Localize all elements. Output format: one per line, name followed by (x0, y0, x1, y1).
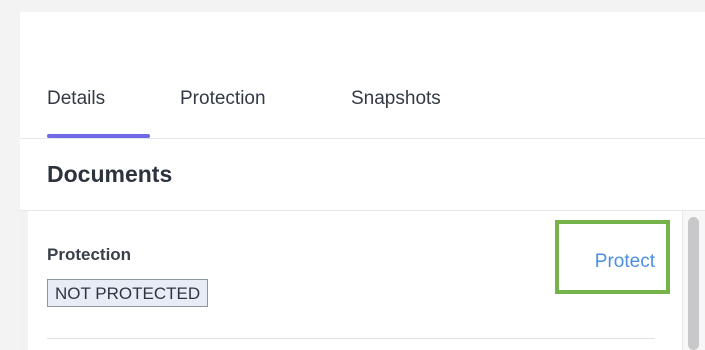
tab-snapshots[interactable]: Snapshots (351, 88, 441, 110)
protect-button[interactable]: Protect (555, 220, 670, 294)
document-details-panel: Details Protection Snapshots Documents P… (20, 12, 705, 350)
tab-details[interactable]: Details (47, 88, 105, 110)
active-tab-indicator (47, 134, 150, 138)
protection-status-badge: NOT PROTECTED (47, 279, 209, 307)
scrollbar-thumb[interactable] (688, 217, 699, 350)
section-divider (20, 210, 705, 211)
tab-bar: Details Protection Snapshots (20, 12, 705, 139)
row-divider (47, 338, 655, 339)
protect-button-label[interactable]: Protect (595, 251, 655, 273)
section-title: Documents (47, 161, 173, 187)
protection-label: Protection (47, 245, 132, 264)
content-left-edge (20, 211, 28, 350)
tab-protection[interactable]: Protection (180, 88, 266, 110)
